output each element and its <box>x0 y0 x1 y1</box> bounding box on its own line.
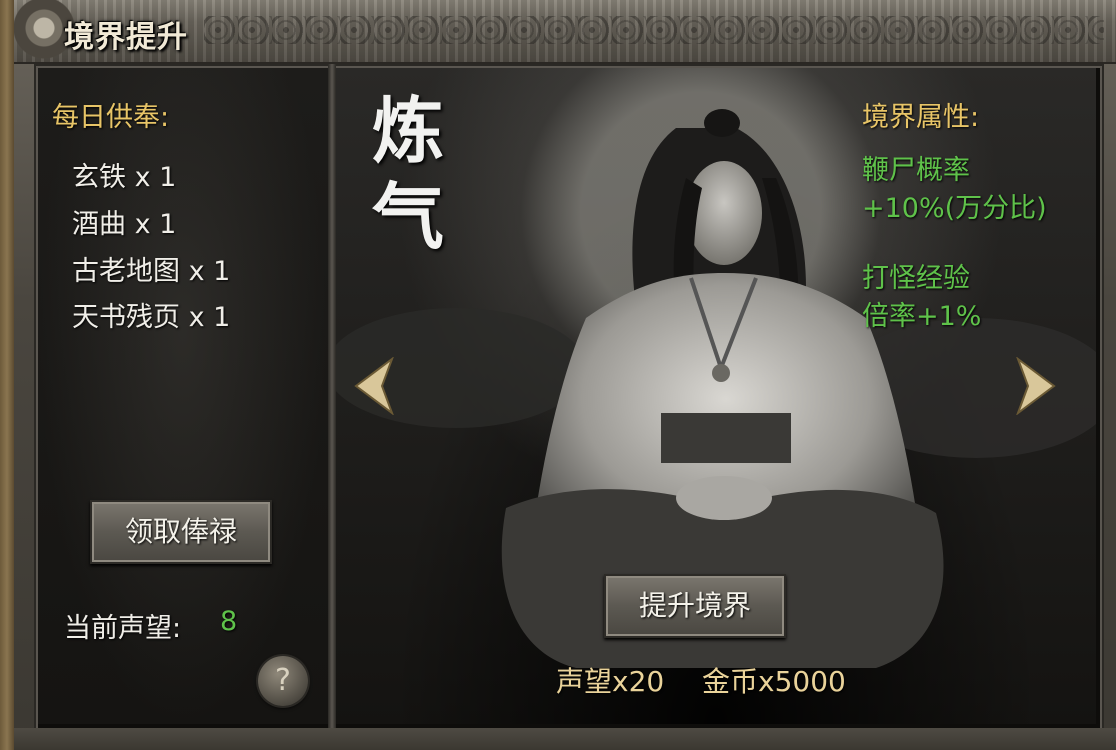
attribute-line: +10%(万分比) <box>862 193 1047 224</box>
realm-attributes-heading: 境界属性: <box>862 102 980 133</box>
title-bar: 境界提升 <box>14 0 1116 64</box>
triangle-left-arrow-icon[interactable] <box>352 357 394 415</box>
attribute-line: 打怪经验 <box>862 263 970 294</box>
window-title: 境界提升 <box>64 20 188 55</box>
claim-salary-button[interactable]: 领取俸禄 <box>90 500 272 564</box>
bottom-frame <box>14 728 1116 750</box>
upgrade-realm-button[interactable]: 提升境界 <box>604 574 786 638</box>
realm-name: 炼气 <box>372 88 445 259</box>
daily-offering-heading: 每日供奉: <box>52 102 170 133</box>
offering-item: 古老地图 x 1 <box>72 256 231 287</box>
title-pattern <box>204 16 1104 44</box>
panel-divider <box>328 64 336 730</box>
prestige-label: 当前声望: <box>64 613 182 644</box>
offering-item: 天书残页 x 1 <box>72 302 231 333</box>
cost-gold: 金币x5000 <box>702 665 846 698</box>
background-strip <box>0 0 14 750</box>
offering-item: 酒曲 x 1 <box>72 209 177 240</box>
question-mark-icon[interactable]: ? <box>258 656 308 706</box>
prestige-value: 8 <box>220 606 238 637</box>
attribute-line: 倍率+1% <box>862 301 982 332</box>
cost-prestige: 声望x20 <box>556 665 665 698</box>
attribute-line: 鞭尸概率 <box>862 155 970 186</box>
triangle-right-arrow-icon[interactable] <box>1016 357 1058 415</box>
offering-item: 玄铁 x 1 <box>72 162 177 193</box>
